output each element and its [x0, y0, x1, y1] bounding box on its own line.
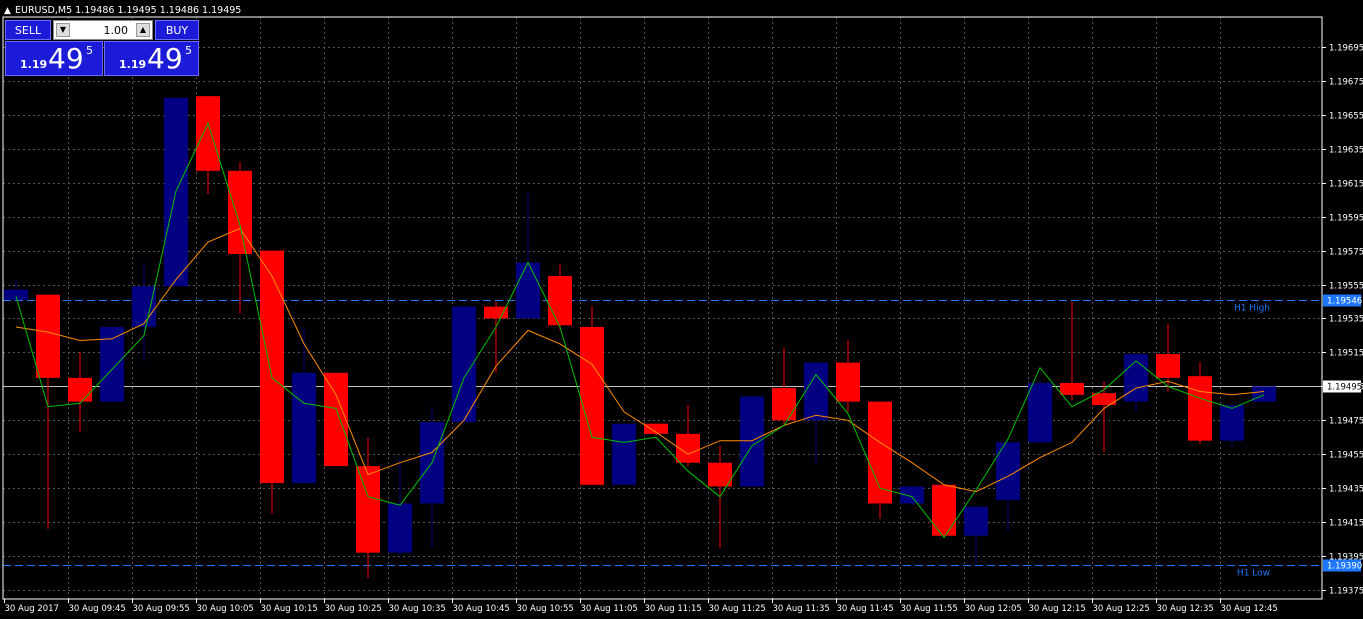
y-tick-label: 1.19595 [1329, 214, 1363, 224]
candle-body [1060, 382, 1084, 395]
sell-price-button[interactable]: 1.19 49 5 [5, 41, 103, 76]
candle-body [612, 423, 636, 485]
x-tick-label: 30 Aug 09:55 [133, 604, 190, 614]
candle-body [132, 286, 156, 327]
x-tick-label: 30 Aug 10:35 [389, 604, 446, 614]
sell-price-fraction: 5 [86, 44, 93, 57]
y-tick-label: 1.19675 [1329, 78, 1363, 88]
candle-body [1028, 382, 1052, 443]
sell-button[interactable]: SELL [5, 20, 51, 40]
candle-body [292, 372, 316, 484]
y-tick-label: 1.19555 [1329, 282, 1363, 292]
candle-body [324, 372, 348, 467]
buy-price-fraction: 5 [185, 44, 192, 57]
x-tick-label: 30 Aug 10:55 [517, 604, 574, 614]
buy-price-main: 49 [147, 42, 183, 75]
x-tick-label: 30 Aug 11:15 [645, 604, 702, 614]
moving-averages [15, 121, 1265, 539]
collapse-arrow-icon[interactable]: ▲ [4, 6, 11, 16]
candle-body [1156, 354, 1180, 378]
y-tick-label: 1.19435 [1329, 485, 1363, 495]
candle-body [580, 326, 604, 485]
lot-decrease-icon[interactable]: ▼ [56, 23, 70, 37]
y-tick-label: 1.19635 [1329, 146, 1363, 156]
x-tick-label: 30 Aug 12:35 [1157, 604, 1214, 614]
candle-body [100, 326, 124, 402]
level-label: H1 High [1234, 304, 1270, 314]
x-tick-label: 30 Aug 09:45 [69, 604, 126, 614]
y-tick-label: 1.19615 [1329, 180, 1363, 190]
y-tick-label: 1.19655 [1329, 112, 1363, 122]
candle-body [484, 306, 508, 319]
candle-body [836, 362, 860, 402]
current-price-label: 1.19495 [1327, 383, 1362, 393]
buy-price-prefix: 1.19 [119, 58, 147, 71]
candle-body [260, 250, 284, 484]
lot-increase-icon[interactable]: ▲ [136, 23, 150, 37]
x-tick-label: 30 Aug 11:25 [709, 604, 766, 614]
candle-body [772, 388, 796, 421]
y-tick-label: 1.19695 [1329, 44, 1363, 54]
candle-body [804, 362, 828, 421]
candle-body [548, 276, 572, 326]
x-tick-label: 30 Aug 11:35 [773, 604, 830, 614]
candle-body [4, 289, 28, 300]
candle-body [388, 503, 412, 553]
y-tick-label: 1.19375 [1329, 587, 1363, 597]
x-tick-label: 30 Aug 11:05 [581, 604, 638, 614]
candle-body [740, 396, 764, 487]
y-tick-label: 1.19515 [1329, 349, 1363, 359]
candle-body [196, 96, 220, 171]
ma-fast-line [15, 121, 1265, 539]
one-click-trading-panel: SELL ▼ ▲ BUY 1.19 49 5 1.19 49 5 [5, 20, 199, 76]
y-tick-label: 1.19535 [1329, 315, 1363, 325]
x-tick-label: 30 Aug 10:15 [261, 604, 318, 614]
symbol-info: EURUSD,M5 1.19486 1.19495 1.19486 1.1949… [15, 5, 241, 16]
sell-price-prefix: 1.19 [20, 58, 48, 71]
x-tick-label: 30 Aug 10:05 [197, 604, 254, 614]
level-label: H1 Low [1237, 569, 1270, 579]
buy-button[interactable]: BUY [155, 20, 199, 40]
x-tick-label: 30 Aug 12:25 [1093, 604, 1150, 614]
x-tick-label: 30 Aug 12:45 [1221, 604, 1278, 614]
candle-body [516, 262, 540, 319]
x-tick-label: 30 Aug 10:25 [325, 604, 382, 614]
y-tick-label: 1.19415 [1329, 519, 1363, 529]
candle-body [356, 466, 380, 553]
y-tick-label: 1.19575 [1329, 248, 1363, 258]
x-tick-label: 30 Aug 12:05 [965, 604, 1022, 614]
candle-body [932, 484, 956, 536]
candle-body [1220, 405, 1244, 441]
h1-levels: H1 High H1 Low [3, 300, 1322, 579]
y-tick-label: 1.19455 [1329, 451, 1363, 461]
candle-body [1188, 376, 1212, 441]
x-tick-label: 30 Aug 11:55 [901, 604, 958, 614]
sell-price-main: 49 [48, 42, 84, 75]
level-price-label: 1.19546 [1327, 297, 1362, 307]
price-chart[interactable]: H1 High H1 Low 1.19695 1.19675 1.19655 1.196… [0, 0, 1363, 619]
ma-slow-line [15, 227, 1265, 493]
x-tick-label: 30 Aug 10:45 [453, 604, 510, 614]
candle-body [68, 377, 92, 402]
buy-price-button[interactable]: 1.19 49 5 [104, 41, 199, 76]
x-tick-label: 30 Aug 2017 [5, 604, 59, 614]
lot-size-input[interactable] [72, 22, 128, 38]
candle-body [1252, 386, 1276, 402]
candles [4, 96, 1276, 579]
x-tick-label: 30 Aug 11:45 [837, 604, 894, 614]
y-tick-label: 1.19475 [1329, 417, 1363, 427]
level-price-label: 1.19390 [1327, 562, 1362, 572]
lot-size-control: ▼ ▲ [53, 20, 153, 40]
candle-body [36, 294, 60, 378]
x-tick-label: 30 Aug 12:15 [1029, 604, 1086, 614]
candle-body [964, 506, 988, 536]
